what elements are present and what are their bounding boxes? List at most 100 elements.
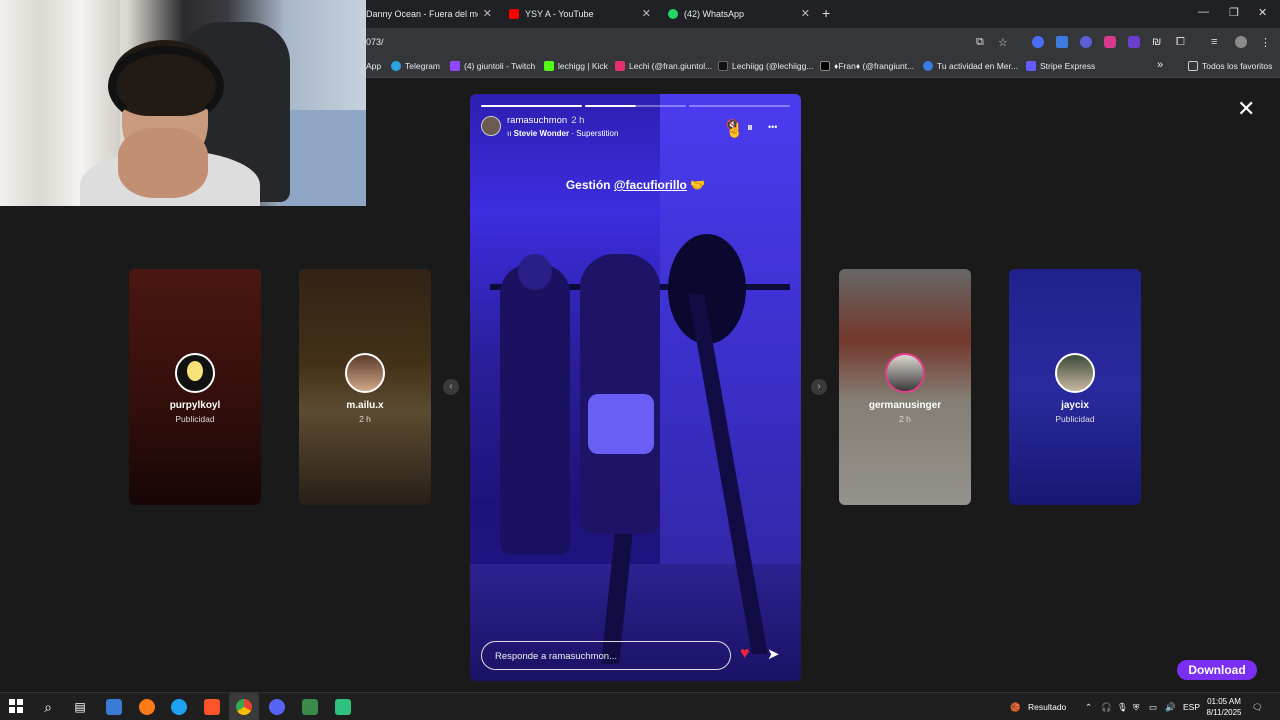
avatar (175, 353, 215, 393)
side-story-sub: 2 h (899, 414, 911, 424)
tab-close-icon[interactable]: ✕ (801, 7, 810, 20)
bookmark-x[interactable]: ♦Fran♦ (@frangiunt... (820, 61, 914, 71)
notifications-icon[interactable]: 🗨 (1252, 702, 1263, 713)
bookmark-stripe[interactable]: Stripe Express (1026, 61, 1095, 71)
media-control-icon[interactable]: ≡ (1211, 36, 1217, 48)
side-story-m-ailu-x[interactable]: m.ailu.x 2 h (299, 269, 431, 505)
story-time: 2 h (571, 115, 585, 126)
bookmark-instagram[interactable]: Lechi (@fran.giuntol... (615, 61, 712, 71)
main-story[interactable]: ramasuchmon 2 h ıı Stevie Wonder · Supers… (470, 94, 801, 681)
windows-start-icon[interactable] (8, 699, 24, 715)
bookmark-mercadolibre[interactable]: Tu actividad en Mer... (923, 61, 1018, 71)
bookmark-tiktok[interactable]: Lechiigg (@lechiigg... (718, 61, 813, 71)
side-story-name: germanusinger (868, 400, 942, 411)
tab-label: YSY A - YouTube (525, 9, 594, 19)
reply-input[interactable]: Responde a ramasuchmon... (481, 641, 731, 670)
telegram-icon (391, 61, 401, 71)
extension-icon[interactable] (1056, 36, 1068, 48)
firefox-icon[interactable] (139, 699, 155, 715)
caption-mention[interactable]: @facufiorillo (614, 178, 687, 192)
folder-icon (1188, 61, 1198, 71)
webcam-hand (118, 128, 208, 198)
result-widget[interactable]: Resultado (1028, 702, 1066, 712)
story-author-avatar[interactable] (481, 116, 501, 136)
tab-close-icon[interactable]: ✕ (483, 7, 492, 20)
x-icon (820, 61, 830, 71)
tiktok-icon (718, 61, 728, 71)
app-icon[interactable] (106, 699, 122, 715)
close-viewer-button[interactable]: ✕ (1237, 96, 1255, 122)
tab-danny-ocean[interactable]: Danny Ocean - Fuera del merca ✕ (360, 0, 498, 28)
bookmark-label: Telegram (405, 61, 440, 71)
instagram-icon (615, 61, 625, 71)
side-story-germanusinger[interactable]: germanusinger 2 h (839, 269, 971, 505)
bookmark-star-icon[interactable]: ☆ (998, 36, 1008, 49)
like-heart-icon[interactable]: ♥ (740, 645, 750, 663)
shield-icon[interactable]: ⛨ (1133, 702, 1139, 713)
story-author[interactable]: ramasuchmon 2 h (507, 115, 584, 126)
download-button[interactable]: Download (1177, 660, 1257, 680)
bookmark-label: App (366, 61, 382, 71)
side-story-sub: 2 h (359, 414, 371, 424)
tab-whatsapp[interactable]: (42) WhatsApp ✕ (662, 0, 816, 28)
song-artist: Stevie Wonder (513, 129, 570, 138)
tab-youtube[interactable]: YSY A - YouTube ✕ (503, 0, 657, 28)
previous-story-arrow-icon[interactable]: ‹ (443, 379, 459, 395)
caption-text: Gestión (565, 178, 614, 192)
microphone-icon[interactable]: 🎙 (1117, 702, 1128, 713)
headphones-icon[interactable]: 🎧 (1101, 702, 1112, 713)
tab-close-icon[interactable]: ✕ (642, 7, 651, 20)
bookmark-label: ♦Fran♦ (@frangiunt... (834, 61, 915, 71)
system-clock[interactable]: 01:05 AM 8/11/2025 (1200, 696, 1248, 718)
app-icon[interactable] (335, 699, 351, 715)
story-music[interactable]: ıı Stevie Wonder · Superstition (507, 129, 618, 138)
bookmark-telegram[interactable]: Telegram (391, 61, 440, 71)
bookmarks-overflow-button[interactable]: » (1157, 59, 1163, 71)
new-tab-button[interactable]: + (822, 5, 830, 21)
side-story-jaycix[interactable]: jaycix Publicidad (1009, 269, 1141, 505)
discord-icon[interactable] (269, 699, 285, 715)
youtube-icon (509, 9, 519, 19)
app-icon[interactable] (302, 699, 318, 715)
more-options-icon[interactable]: ••• (768, 122, 777, 132)
pause-icon[interactable]: ⏸ (747, 120, 753, 135)
bookmarks-folder-all[interactable]: Todos los favoritos (1188, 61, 1272, 71)
search-icon[interactable]: ⌕ (40, 699, 56, 715)
window-close-button[interactable]: ✕ (1258, 6, 1267, 19)
volume-icon[interactable]: 🔊 (1165, 702, 1176, 713)
minimize-button[interactable]: — (1198, 6, 1209, 18)
extension-icon[interactable]: ₪ (1152, 36, 1161, 48)
next-story-arrow-icon[interactable]: › (811, 379, 827, 395)
extensions-puzzle-icon[interactable]: ⧠ (1176, 36, 1185, 49)
menu-icon[interactable]: ⋮ (1260, 36, 1271, 49)
bookmark-twitch[interactable]: (4) giuntoli - Twitch (450, 61, 535, 71)
bookmark-label: (4) giuntoli - Twitch (464, 61, 536, 71)
restore-button[interactable]: ❐ (1229, 6, 1239, 19)
bookmark-app[interactable]: App (366, 61, 381, 71)
edge-icon[interactable] (171, 699, 187, 715)
profile-avatar[interactable] (1235, 36, 1247, 48)
task-view-icon[interactable]: ▤ (72, 699, 88, 715)
address-input[interactable]: 073/ (366, 37, 384, 47)
side-story-name: jaycix (1061, 400, 1089, 411)
side-story-purpylkoyl[interactable]: purpylkoyl Publicidad (129, 269, 261, 505)
brave-icon[interactable] (204, 699, 220, 715)
chevron-up-icon[interactable]: ⌃ (1085, 702, 1092, 713)
progress-segment (689, 105, 790, 107)
install-app-icon[interactable]: ⧉ (976, 36, 984, 49)
bookmark-label: Tu actividad en Mer... (937, 61, 1018, 71)
extension-icon[interactable] (1032, 36, 1044, 48)
whatsapp-icon (668, 9, 678, 19)
network-icon[interactable]: ▭ (1149, 702, 1157, 713)
chrome-icon[interactable] (236, 699, 252, 715)
progress-segment (585, 105, 686, 107)
bookmark-label: lechigg | Kick (558, 61, 608, 71)
extension-icon[interactable] (1080, 36, 1092, 48)
bookmark-kick[interactable]: lechigg | Kick (544, 61, 608, 71)
language-indicator[interactable]: ESP (1183, 702, 1200, 712)
send-icon[interactable]: ➤ (767, 645, 780, 663)
nba-icon[interactable]: 🏀 (1010, 702, 1021, 713)
extension-icon[interactable] (1128, 36, 1140, 48)
twitch-icon (450, 61, 460, 71)
extension-icon[interactable] (1104, 36, 1116, 48)
